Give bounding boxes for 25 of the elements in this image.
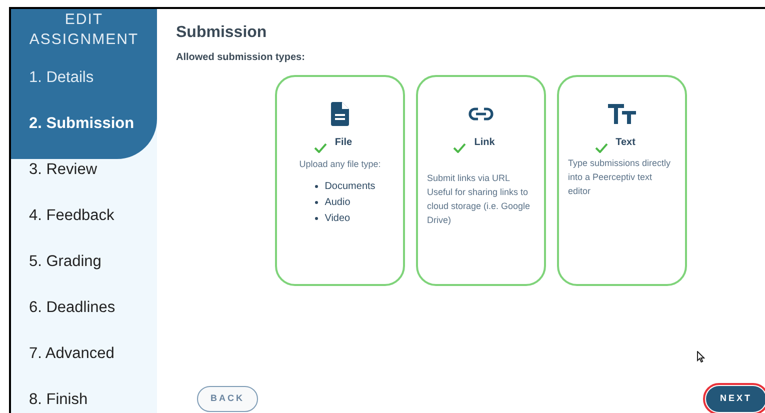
section-label: Allowed submission types: <box>176 51 305 65</box>
sidebar-item[interactable]: 1. Details <box>11 65 157 111</box>
sidebar-item[interactable]: 5. Grading <box>11 249 157 295</box>
next-button[interactable]: NEXT <box>706 386 765 412</box>
sidebar-item[interactable]: 4. Feedback <box>11 203 157 249</box>
sidebar-item[interactable]: 6. Deadlines <box>11 295 157 341</box>
page-title: Submission <box>176 23 267 43</box>
type-name: File <box>334 137 352 149</box>
file-type-item: Video <box>324 212 350 226</box>
sidebar-item[interactable]: 3. Review <box>11 157 157 203</box>
sidebar-item[interactable]: 8. Finish <box>11 387 157 413</box>
file-type-item: Audio <box>324 196 350 210</box>
type-description: Upload any file type: <box>299 158 381 171</box>
type-description: Type submissions directly into a Peerceptiv text editor <box>567 157 672 198</box>
type-name: Link <box>474 137 495 149</box>
type-name: Text <box>616 137 636 149</box>
sidebar-title: EDIT ASSIGNMENT <box>28 10 140 50</box>
type-description: Submit links via URL Useful for sharing links to cloud storage (i.e. Google Drive) <box>426 172 532 227</box>
submission-type-card[interactable]: File Upload any file type: Documents Audio Video <box>275 75 405 286</box>
file-type-item: Documents <box>324 180 376 194</box>
back-button[interactable]: BACK <box>197 386 258 412</box>
sidebar-item[interactable]: 7. Advanced <box>11 341 157 387</box>
sidebar-item[interactable]: 2. Submission <box>11 111 157 157</box>
submission-type-card[interactable]: Text Type submissions directly into a Peerceptiv text editor <box>557 75 687 286</box>
submission-type-card[interactable]: Link Submit links via URL Useful for sharing links to cloud storage (i.e. Google Drive) <box>416 75 546 286</box>
